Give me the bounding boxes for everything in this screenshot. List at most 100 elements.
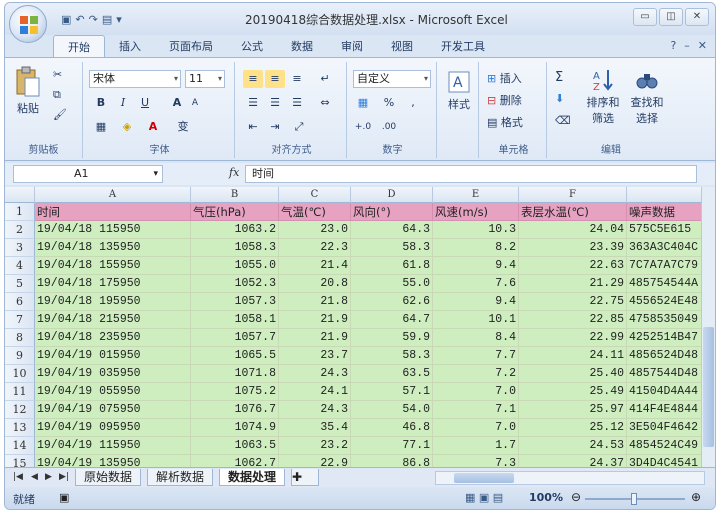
- zoom-out-icon[interactable]: ⊖: [571, 490, 581, 504]
- autosum-button[interactable]: Σ: [555, 70, 563, 85]
- table-cell[interactable]: 4758535049: [627, 311, 707, 329]
- table-cell[interactable]: 1071.8: [191, 365, 279, 383]
- zoom-slider[interactable]: [585, 493, 685, 505]
- italic-button[interactable]: I: [113, 94, 133, 112]
- shrink-font-button[interactable]: A: [185, 94, 205, 112]
- worksheet-grid[interactable]: A B C D E F 1 时间 气压(hPa) 气温(℃) 风向(°) 风速(m/s) 表…: [5, 187, 707, 467]
- table-cell[interactable]: 23.2: [279, 437, 351, 455]
- table-cell[interactable]: 19/04/19 095950: [35, 419, 191, 437]
- column-header-d[interactable]: D: [351, 187, 433, 203]
- wrap-text-icon[interactable]: ↵: [315, 70, 335, 88]
- table-cell[interactable]: 575C5E615: [627, 221, 707, 239]
- office-button[interactable]: [9, 5, 47, 43]
- macro-record-icon[interactable]: ▣: [59, 491, 69, 504]
- table-cell[interactable]: 58.3: [351, 239, 433, 257]
- styles-button[interactable]: A 样式: [443, 70, 475, 112]
- close-button[interactable]: ✕: [685, 8, 709, 26]
- last-sheet-icon[interactable]: ▶|: [59, 472, 69, 482]
- row-header[interactable]: 4: [5, 257, 35, 275]
- grow-font-button[interactable]: A: [167, 94, 187, 112]
- find-select-button[interactable]: 查找和 选择: [627, 68, 667, 126]
- table-cell[interactable]: 4854524C49: [627, 437, 707, 455]
- table-cell[interactable]: 9.4: [433, 293, 519, 311]
- table-cell[interactable]: 64.3: [351, 221, 433, 239]
- row-header[interactable]: 14: [5, 437, 35, 455]
- table-cell[interactable]: 7.0: [433, 419, 519, 437]
- tab-view[interactable]: 视图: [377, 35, 427, 57]
- undo-icon[interactable]: ↶: [75, 13, 84, 26]
- table-cell[interactable]: 21.8: [279, 293, 351, 311]
- table-cell[interactable]: 3E504F4642: [627, 419, 707, 437]
- table-cell[interactable]: 4856524D48: [627, 347, 707, 365]
- zoom-in-icon[interactable]: ⊕: [691, 490, 701, 504]
- table-cell[interactable]: 46.8: [351, 419, 433, 437]
- table-cell[interactable]: 64.7: [351, 311, 433, 329]
- table-cell[interactable]: 61.8: [351, 257, 433, 275]
- clear-icon[interactable]: ⌫: [555, 114, 571, 127]
- table-cell[interactable]: 1063.2: [191, 221, 279, 239]
- horizontal-scrollbar[interactable]: [435, 471, 705, 485]
- align-bottom-icon[interactable]: ≡: [287, 70, 307, 88]
- font-color-icon[interactable]: A: [143, 118, 163, 136]
- zoom-slider-knob[interactable]: [631, 493, 637, 505]
- insert-function-button[interactable]: fx: [229, 166, 239, 179]
- redo-icon[interactable]: ↷: [89, 13, 98, 26]
- table-cell[interactable]: 19/04/18 195950: [35, 293, 191, 311]
- header-cell[interactable]: 噪声数据: [627, 203, 707, 221]
- table-cell[interactable]: 1057.3: [191, 293, 279, 311]
- row-header[interactable]: 7: [5, 311, 35, 329]
- table-cell[interactable]: 59.9: [351, 329, 433, 347]
- print-preview-icon[interactable]: ▤: [102, 13, 112, 26]
- row-header[interactable]: 3: [5, 239, 35, 257]
- row-header[interactable]: 1: [5, 203, 35, 221]
- percent-button[interactable]: %: [379, 94, 399, 112]
- help-icon[interactable]: ?: [670, 39, 676, 52]
- prev-sheet-icon[interactable]: ◀: [31, 472, 38, 482]
- align-top-icon[interactable]: ≡: [243, 70, 263, 88]
- table-cell[interactable]: 22.85: [519, 311, 627, 329]
- table-cell[interactable]: 19/04/18 135950: [35, 239, 191, 257]
- restore-button[interactable]: ◫: [659, 8, 683, 26]
- table-cell[interactable]: 63.5: [351, 365, 433, 383]
- table-cell[interactable]: 21.9: [279, 311, 351, 329]
- row-header[interactable]: 5: [5, 275, 35, 293]
- table-cell[interactable]: 19/04/18 175950: [35, 275, 191, 293]
- next-sheet-icon[interactable]: ▶: [45, 472, 52, 482]
- table-cell[interactable]: 24.11: [519, 347, 627, 365]
- header-cell[interactable]: 气温(℃): [279, 203, 351, 221]
- column-header-f[interactable]: F: [519, 187, 627, 203]
- orientation-icon[interactable]: ⤢: [289, 118, 309, 136]
- view-buttons[interactable]: ▦ ▣ ▤: [465, 491, 503, 504]
- table-cell[interactable]: 24.53: [519, 437, 627, 455]
- table-cell[interactable]: 7.0: [433, 383, 519, 401]
- table-cell[interactable]: 1062.7: [191, 455, 279, 467]
- table-cell[interactable]: 414F4E4844: [627, 401, 707, 419]
- table-cell[interactable]: 24.04: [519, 221, 627, 239]
- vertical-scrollbar[interactable]: [701, 187, 715, 467]
- table-cell[interactable]: 7.3: [433, 455, 519, 467]
- table-cell[interactable]: 20.8: [279, 275, 351, 293]
- table-cell[interactable]: 1055.0: [191, 257, 279, 275]
- workbook-close-button[interactable]: ✕: [698, 39, 707, 52]
- table-cell[interactable]: 8.4: [433, 329, 519, 347]
- format-cells-button[interactable]: ▤ 格式: [487, 114, 523, 130]
- tab-formulas[interactable]: 公式: [227, 35, 277, 57]
- table-cell[interactable]: 1075.2: [191, 383, 279, 401]
- row-header[interactable]: 6: [5, 293, 35, 311]
- first-sheet-icon[interactable]: |◀: [13, 472, 23, 482]
- font-name-select[interactable]: 宋体 ▾: [89, 70, 181, 88]
- row-header[interactable]: 13: [5, 419, 35, 437]
- table-cell[interactable]: 58.3: [351, 347, 433, 365]
- number-format-select[interactable]: 自定义 ▾: [353, 70, 431, 88]
- column-header-g[interactable]: [627, 187, 707, 203]
- format-painter-icon[interactable]: 🖌: [53, 108, 67, 121]
- table-cell[interactable]: 4857544D48: [627, 365, 707, 383]
- table-cell[interactable]: 21.4: [279, 257, 351, 275]
- table-cell[interactable]: 363A3C404C: [627, 239, 707, 257]
- table-cell[interactable]: 8.2: [433, 239, 519, 257]
- row-header[interactable]: 2: [5, 221, 35, 239]
- table-cell[interactable]: 7.1: [433, 401, 519, 419]
- table-cell[interactable]: 19/04/18 215950: [35, 311, 191, 329]
- table-cell[interactable]: 21.9: [279, 329, 351, 347]
- table-cell[interactable]: 1.7: [433, 437, 519, 455]
